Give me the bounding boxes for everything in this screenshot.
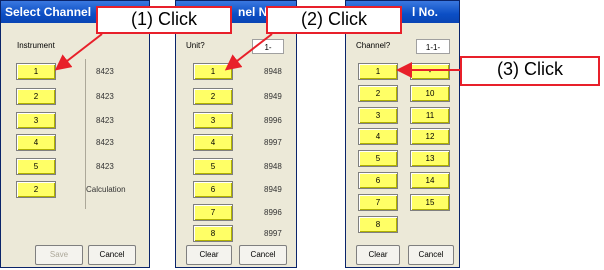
instrument-value: 8423 <box>96 138 114 147</box>
dialog-select-channel: l No. Channel? 1-1- 1 2 3 4 5 6 7 8 - 10… <box>345 0 460 268</box>
unit-button-2[interactable]: 2 <box>193 88 233 105</box>
unit-button-4[interactable]: 4 <box>193 134 233 151</box>
unit-field[interactable]: 1- <box>252 39 284 54</box>
unit-button-5[interactable]: 5 <box>193 158 233 175</box>
callout-step-1: (1) Click <box>96 6 232 34</box>
channel-button-4[interactable]: 4 <box>358 128 398 145</box>
unit-value: 8949 <box>264 185 282 194</box>
channel-field[interactable]: 1-1- <box>416 39 450 54</box>
channel-button-14[interactable]: 14 <box>410 172 450 189</box>
unit-value: 8996 <box>264 208 282 217</box>
channel-button-2[interactable]: 2 <box>358 85 398 102</box>
instrument-value: 8423 <box>96 67 114 76</box>
channel-button-7[interactable]: 7 <box>358 194 398 211</box>
unit-value: 8948 <box>264 67 282 76</box>
instrument-button-1[interactable]: 1 <box>16 63 56 80</box>
channel-button-3[interactable]: 3 <box>358 107 398 124</box>
instrument-value: 8423 <box>96 162 114 171</box>
unit-button-6[interactable]: 6 <box>193 181 233 198</box>
cancel-button[interactable]: Cancel <box>239 245 287 265</box>
channel-button-11[interactable]: 11 <box>410 107 450 124</box>
instrument-button-4[interactable]: 4 <box>16 134 56 151</box>
channel-button-5[interactable]: 5 <box>358 150 398 167</box>
callout-step-3: (3) Click <box>460 56 600 86</box>
channel-prompt: Channel? <box>356 41 391 50</box>
clear-button[interactable]: Clear <box>356 245 400 265</box>
unit-value: 8949 <box>264 92 282 101</box>
unit-button-8[interactable]: 8 <box>193 225 233 242</box>
instrument-value: 8423 <box>96 92 114 101</box>
dialog-select-unit: nel N Unit? 1- 1 8948 2 8949 3 8996 4 89… <box>175 0 297 268</box>
channel-button-1[interactable]: 1 <box>358 63 398 80</box>
clear-button[interactable]: Clear <box>186 245 232 265</box>
instrument-button-3[interactable]: 3 <box>16 112 56 129</box>
save-button[interactable]: Save <box>35 245 83 265</box>
unit-value: 8997 <box>264 229 282 238</box>
calculation-button[interactable]: 2 <box>16 181 56 198</box>
cancel-button[interactable]: Cancel <box>88 245 136 265</box>
channel-button-12[interactable]: 12 <box>410 128 450 145</box>
unit-button-1[interactable]: 1 <box>193 63 233 80</box>
instrument-button-2[interactable]: 2 <box>16 88 56 105</box>
cancel-button[interactable]: Cancel <box>408 245 454 265</box>
dialog-select-instrument: Select Channel Instrument 1 8423 2 8423 … <box>0 0 150 268</box>
instrument-button-5[interactable]: 5 <box>16 158 56 175</box>
unit-button-7[interactable]: 7 <box>193 204 233 221</box>
instrument-prompt: Instrument <box>17 41 55 50</box>
instrument-value: Calculation <box>86 185 126 194</box>
unit-value: 8996 <box>264 116 282 125</box>
unit-prompt: Unit? <box>186 41 205 50</box>
unit-value: 8948 <box>264 162 282 171</box>
callout-step-2: (2) Click <box>266 6 402 34</box>
channel-button-6[interactable]: 6 <box>358 172 398 189</box>
channel-button-13[interactable]: 13 <box>410 150 450 167</box>
channel-button-10[interactable]: 10 <box>410 85 450 102</box>
channel-button-dash[interactable]: - <box>410 63 450 80</box>
instrument-value: 8423 <box>96 116 114 125</box>
unit-button-3[interactable]: 3 <box>193 112 233 129</box>
channel-button-15[interactable]: 15 <box>410 194 450 211</box>
unit-value: 8997 <box>264 138 282 147</box>
channel-button-8[interactable]: 8 <box>358 216 398 233</box>
